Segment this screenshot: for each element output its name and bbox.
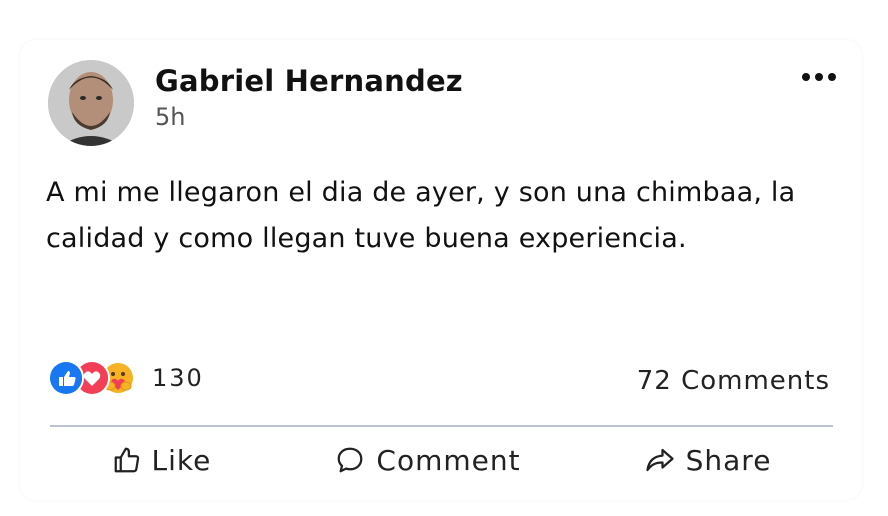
comment-bubble-icon [334,445,366,475]
divider [50,425,833,427]
post-text: A mi me llegaron el dia de ayer, y son u… [46,177,796,254]
action-bar: Like Comment Share [50,435,833,485]
post-card: Gabriel Hernandez 5h A mi me llegaron el… [20,40,862,500]
author-name[interactable]: Gabriel Hernandez [155,64,463,98]
share-arrow-icon [644,445,676,475]
like-icon [48,360,84,396]
thumbs-up-icon [112,445,142,475]
like-label: Like [151,443,212,477]
comments-count[interactable]: 72 Comments [637,366,830,396]
comment-button[interactable]: Comment [334,444,520,477]
share-button[interactable]: Share [644,444,772,477]
share-label: Share [685,443,772,477]
reaction-count: 130 [152,364,204,392]
reactions-summary[interactable]: 130 [48,360,204,396]
avatar[interactable] [48,60,134,146]
more-options-icon[interactable] [802,70,836,84]
comment-label: Comment [376,443,521,477]
post-timestamp[interactable]: 5h [155,103,185,131]
like-button[interactable]: Like [112,444,212,477]
